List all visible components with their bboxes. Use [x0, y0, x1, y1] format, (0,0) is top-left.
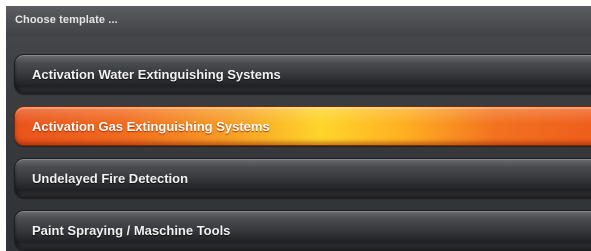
template-item-label: Paint Spraying / Maschine Tools	[32, 223, 231, 238]
template-item-label: Undelayed Fire Detection	[32, 171, 189, 186]
template-item-water-extinguishing[interactable]: Activation Water Extinguishing Systems	[14, 54, 591, 94]
title-bar: Choose template ...	[6, 6, 591, 36]
template-item-label: Activation Water Extinguishing Systems	[32, 67, 281, 82]
template-list: Activation Water Extinguishing Systems A…	[14, 50, 591, 251]
template-item-gas-extinguishing[interactable]: Activation Gas Extinguishing Systems	[14, 106, 591, 146]
template-item-undelayed-fire-detection[interactable]: Undelayed Fire Detection	[14, 158, 591, 198]
template-chooser-window: Choose template ... Activation Water Ext…	[6, 6, 591, 251]
template-item-paint-spraying[interactable]: Paint Spraying / Maschine Tools	[14, 210, 591, 250]
window-title: Choose template ...	[15, 14, 118, 26]
template-item-label: Activation Gas Extinguishing Systems	[32, 119, 270, 134]
